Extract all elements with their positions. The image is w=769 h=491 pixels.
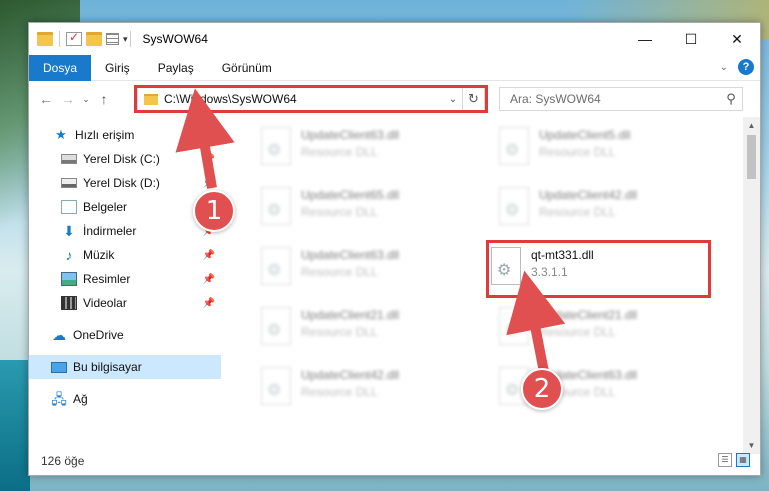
arrow-1 (175, 88, 235, 189)
annotation-arrows (175, 88, 566, 373)
callout-2: 2 (521, 368, 563, 410)
arrow-2 (506, 270, 566, 373)
callout-1: 1 (193, 190, 235, 232)
